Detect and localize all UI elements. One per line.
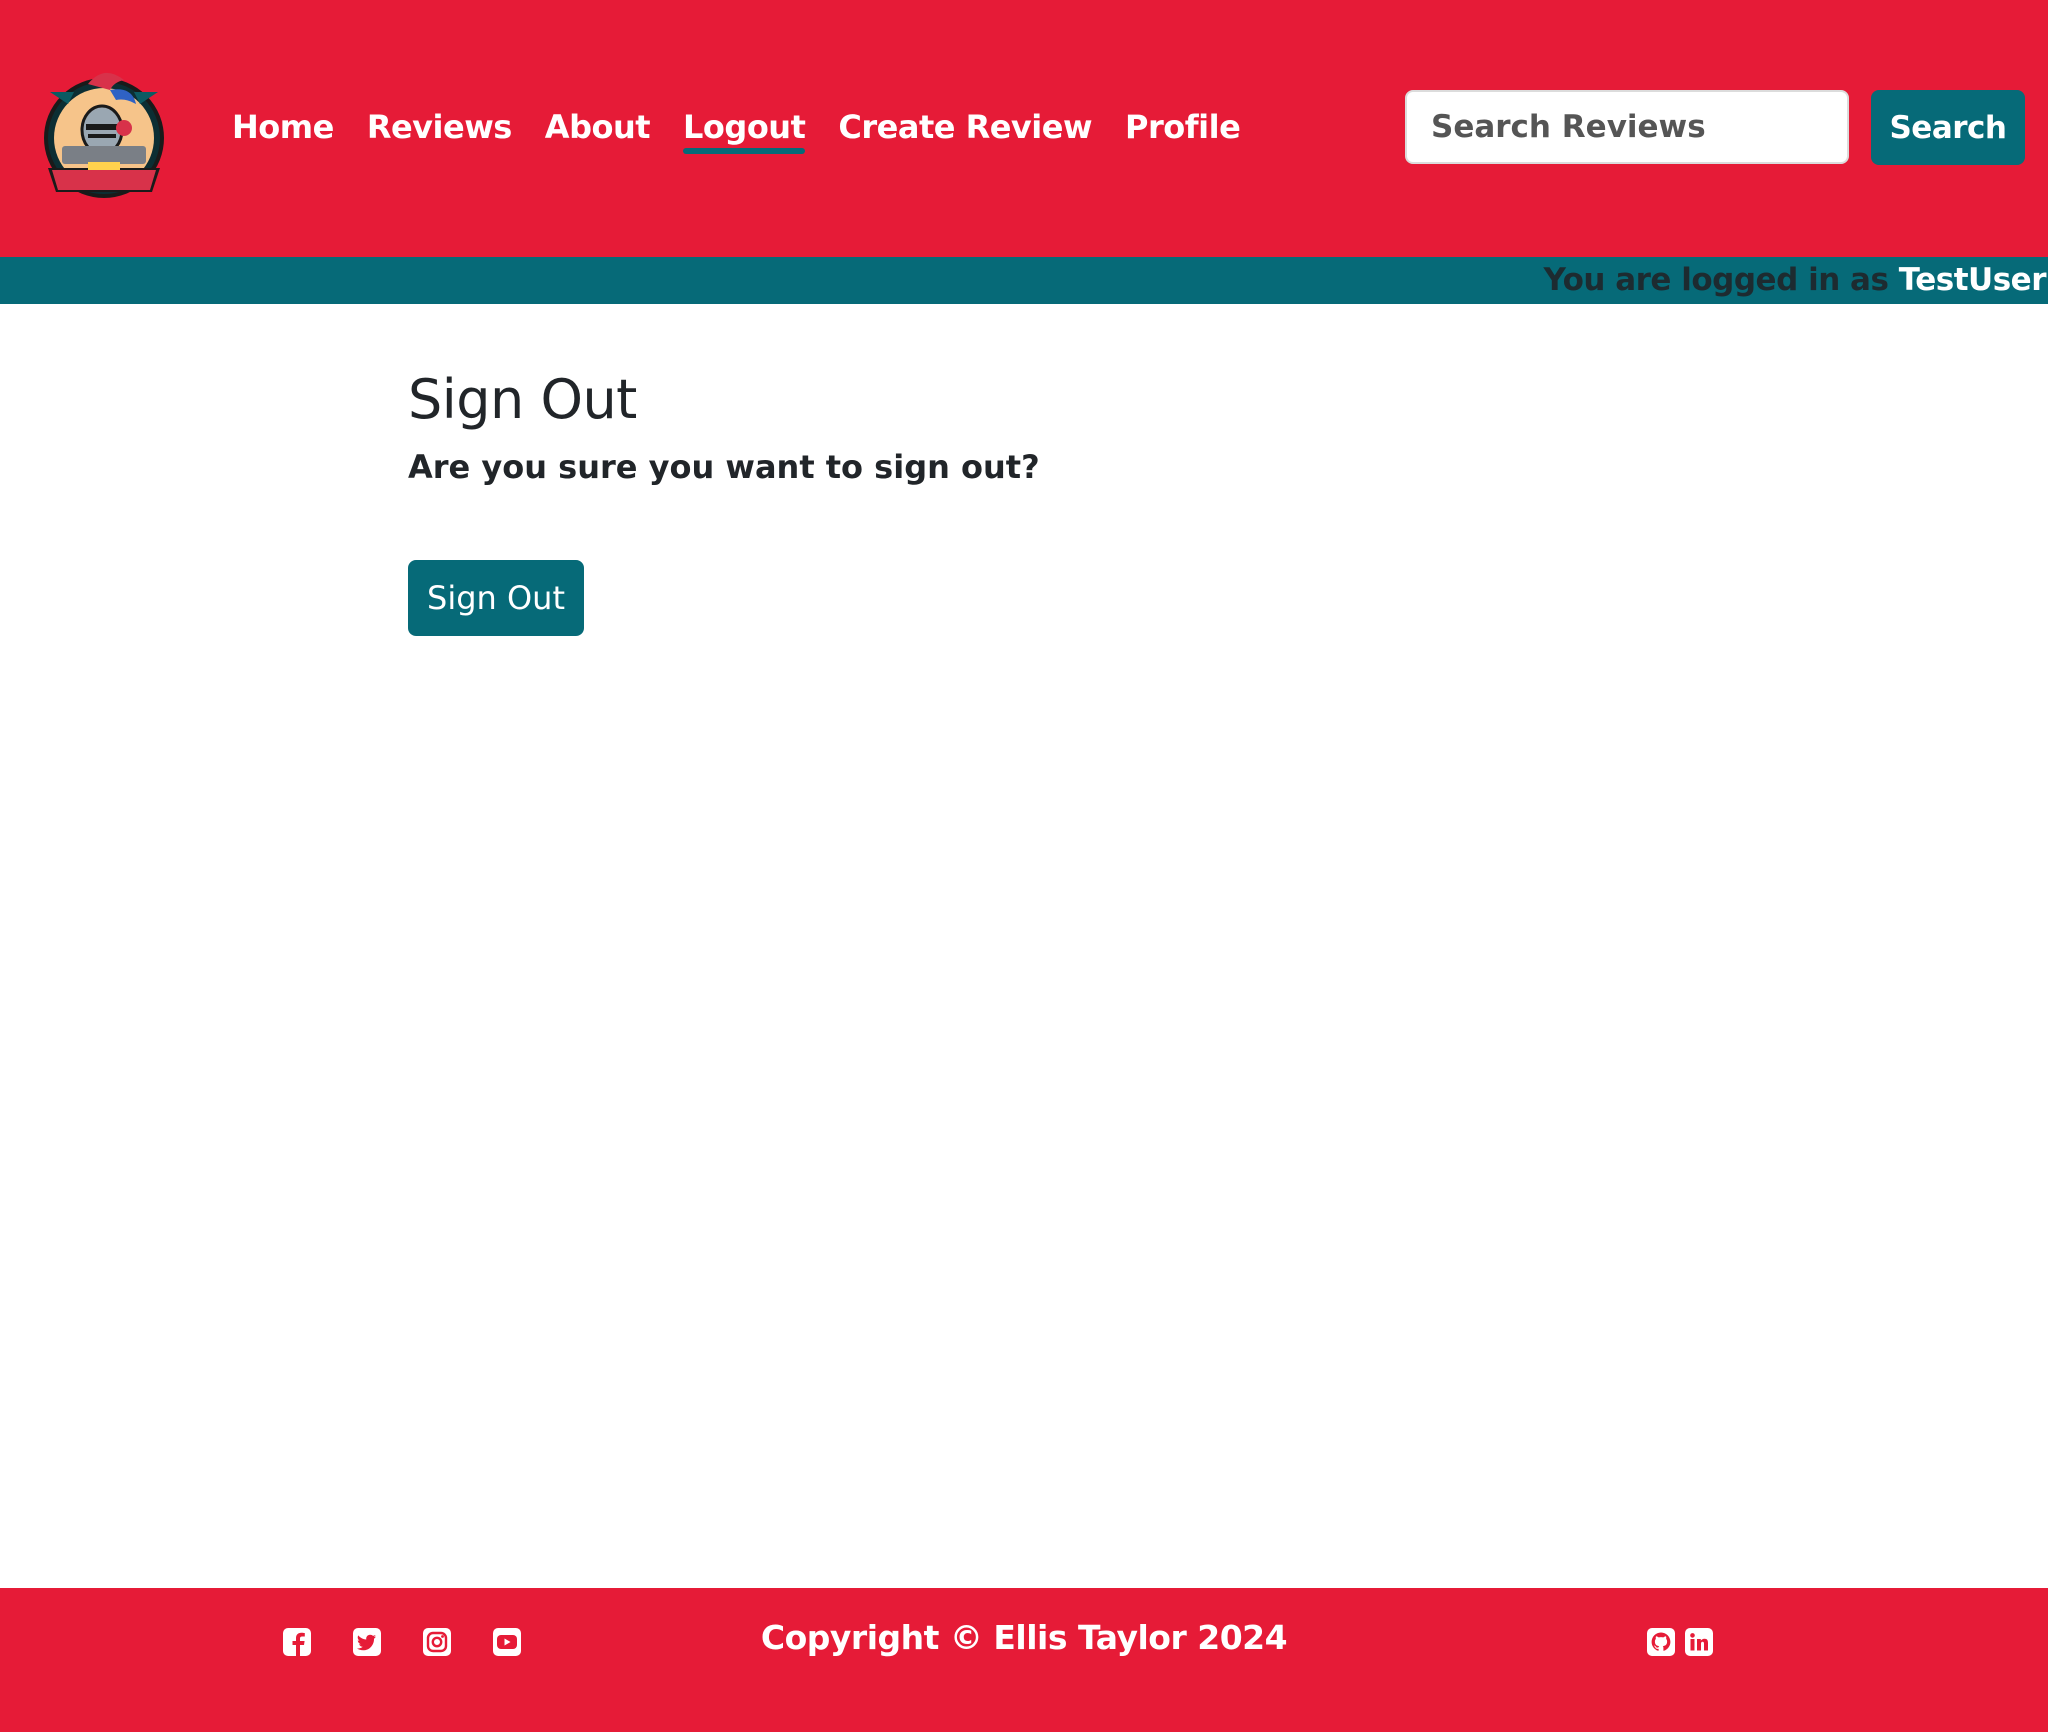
nav-home[interactable]: Home: [232, 108, 334, 146]
github-icon[interactable]: [1646, 1627, 1676, 1657]
linkedin-icon[interactable]: [1684, 1627, 1714, 1657]
login-status-text: You are logged in as TestUser: [1543, 257, 2046, 304]
site-logo[interactable]: [40, 64, 168, 212]
search-input[interactable]: [1405, 90, 1849, 164]
navbar: Home Reviews About Logout Create Review …: [0, 0, 2048, 257]
signout-confirm-text: Are you sure you want to sign out?: [408, 448, 1040, 486]
nav-about[interactable]: About: [545, 108, 651, 146]
logged-in-username: TestUser: [1898, 262, 2047, 298]
main-nav: Home Reviews About Logout Create Review …: [232, 104, 1241, 154]
developer-links: [1646, 1624, 1714, 1660]
login-status-banner: You are logged in as TestUser: [0, 257, 2048, 304]
nav-reviews[interactable]: Reviews: [367, 108, 512, 146]
copyright-text: Copyright © Ellis Taylor 2024: [760, 1618, 1288, 1657]
nav-profile[interactable]: Profile: [1125, 108, 1241, 146]
login-status-prefix: You are logged in as: [1543, 262, 1889, 298]
nav-logout[interactable]: Logout: [683, 108, 806, 154]
footer: [0, 1588, 2048, 1732]
page-title: Sign Out: [408, 368, 637, 431]
sign-out-button[interactable]: Sign Out: [408, 560, 584, 636]
search-button[interactable]: Search: [1871, 90, 2025, 165]
nav-create-review[interactable]: Create Review: [838, 108, 1092, 146]
